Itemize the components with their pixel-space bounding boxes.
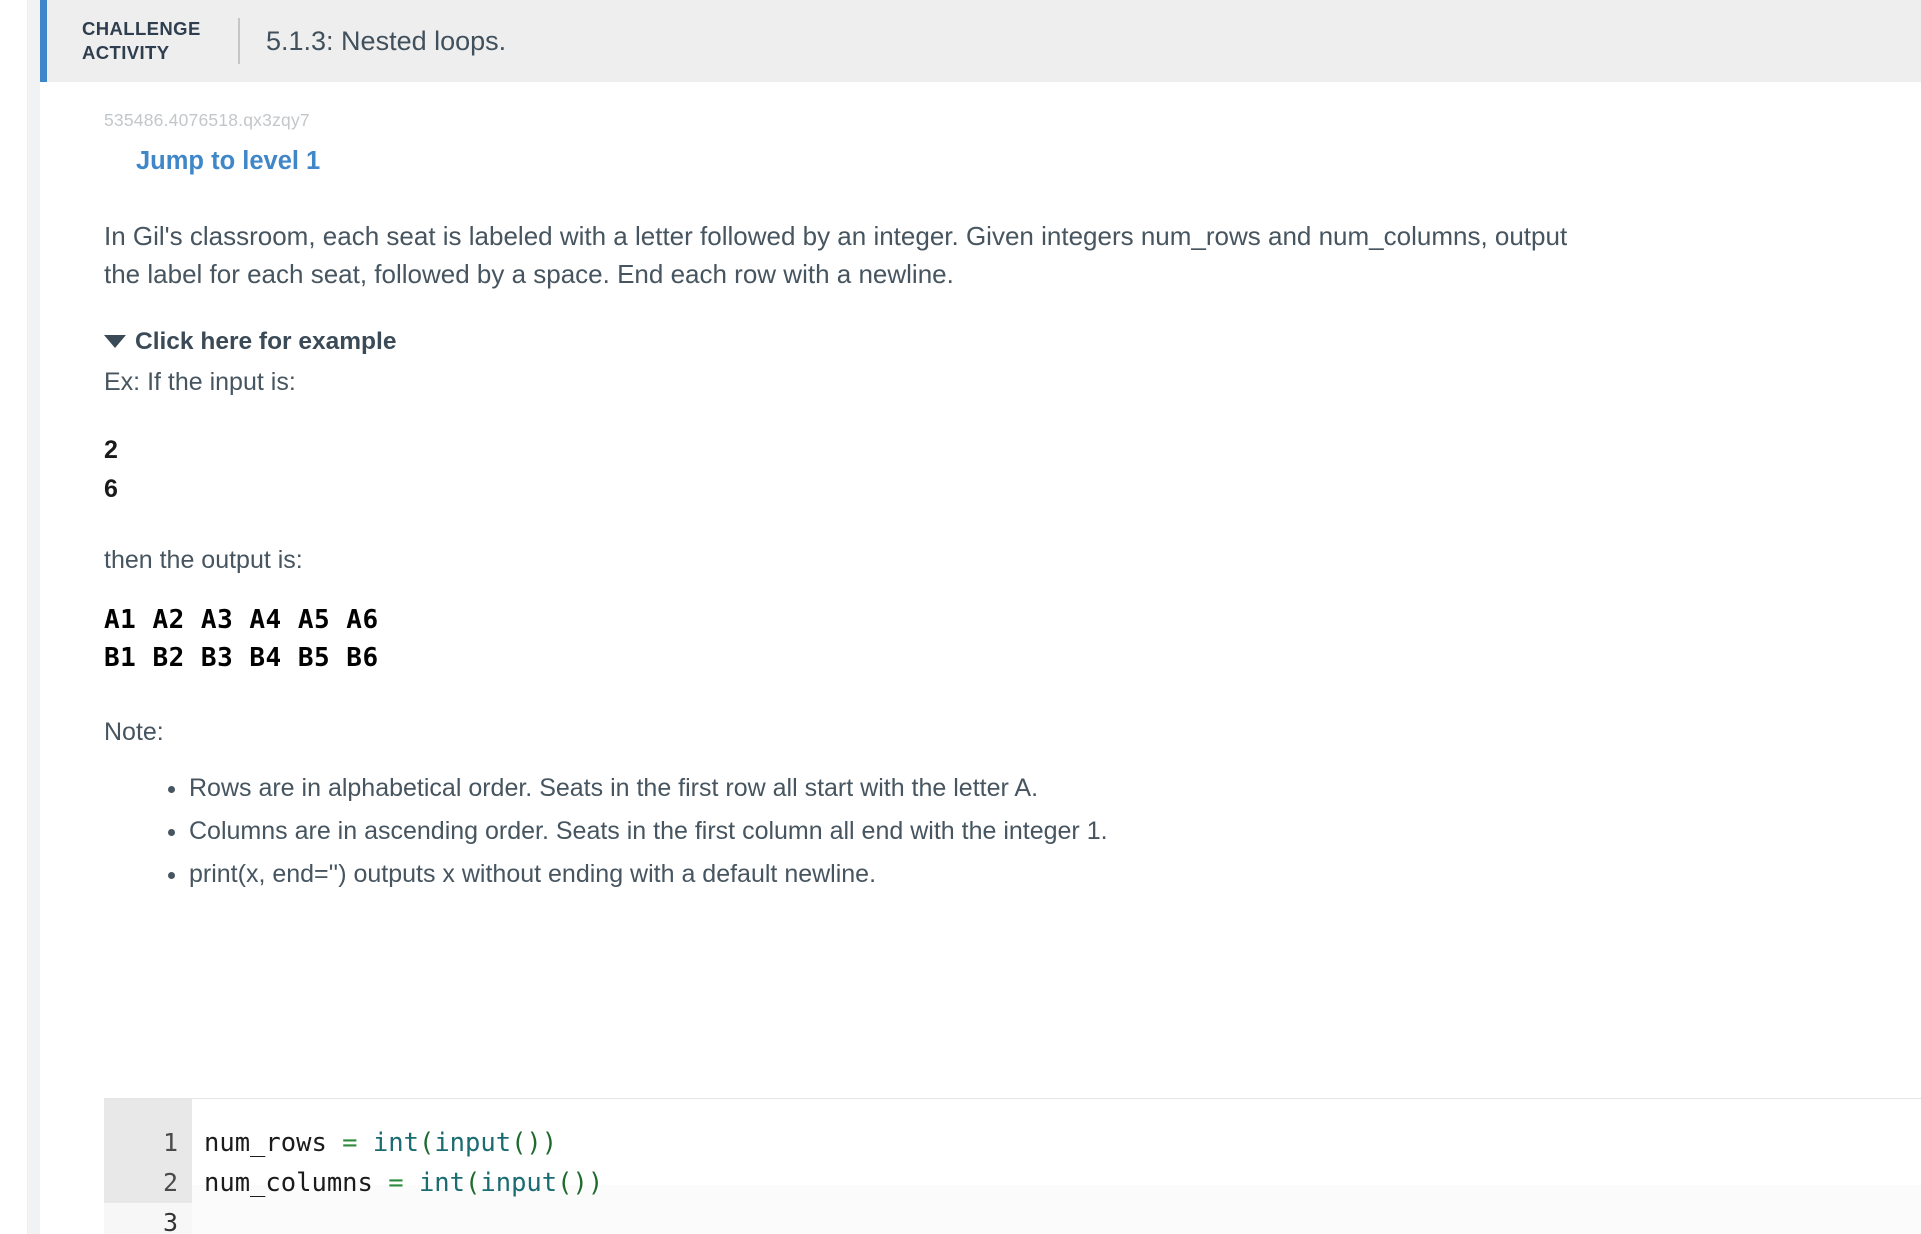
activity-body: 535486.4076518.qx3zqy7 Jump to level 1 I… — [40, 110, 1921, 894]
example-input-value: 2 — [104, 435, 118, 464]
note-list: Rows are in alphabetical order. Seats in… — [104, 769, 1921, 894]
list-item: Rows are in alphabetical order. Seats in… — [189, 769, 1921, 808]
header-divider — [238, 18, 240, 64]
editor-code-area[interactable]: num_rows = int(input()) num_columns = in… — [192, 1099, 1921, 1234]
activity-title: 5.1.3: Nested loops. — [266, 25, 507, 56]
example-input-values: 2 6 — [104, 431, 1921, 510]
page-root: CHALLENGE ACTIVITY 5.1.3: Nested loops. … — [0, 0, 1921, 1234]
example-output-line: B1 B2 B3 B4 B5 B6 — [104, 643, 379, 674]
jump-to-level-link[interactable]: Jump to level 1 — [136, 147, 320, 176]
example-toggle-label: Click here for example — [135, 327, 397, 355]
challenge-activity-kicker: CHALLENGE ACTIVITY — [82, 17, 201, 63]
example-output-line: A1 A2 A3 A4 A5 A6 — [104, 604, 379, 635]
activity-header: CHALLENGE ACTIVITY 5.1.3: Nested loops. — [40, 0, 1921, 82]
code-line[interactable]: num_columns = int(input()) — [204, 1163, 1921, 1203]
example-disclosure-toggle[interactable]: Click here for example — [104, 328, 396, 356]
accent-bar — [40, 0, 47, 82]
line-number: 3 — [104, 1203, 192, 1234]
problem-statement-line-1: In Gil's classroom, each seat is labeled… — [104, 221, 1568, 251]
example-output-intro: then the output is: — [104, 545, 303, 574]
activity-card: CHALLENGE ACTIVITY 5.1.3: Nested loops. … — [40, 0, 1921, 1234]
left-rail-gap — [29, 0, 40, 1234]
example-output-values: A1 A2 A3 A4 A5 A6 B1 B2 B3 B4 B5 B6 — [104, 601, 1921, 678]
line-number: 1 — [162, 1128, 178, 1157]
problem-statement-line-2: the label for each seat, followed by a s… — [104, 258, 954, 289]
editor-line-number-gutter: 1 2 3 — [104, 1099, 192, 1234]
activity-id: 535486.4076518.qx3zqy7 — [104, 110, 310, 130]
note-label: Note: — [104, 717, 164, 746]
left-rail — [0, 0, 28, 1234]
problem-statement: In Gil's classroom, each seat is labeled… — [104, 218, 1921, 294]
triangle-down-icon — [104, 335, 126, 349]
list-item: Columns are in ascending order. Seats in… — [189, 812, 1921, 851]
example-input-value: 6 — [104, 475, 118, 504]
code-editor[interactable]: 1 2 3 num_rows = int(input()) num_column… — [104, 1098, 1921, 1234]
list-item: print(x, end='') outputs x without endin… — [189, 855, 1921, 894]
example-input-intro: Ex: If the input is: — [104, 367, 296, 396]
code-line[interactable]: num_rows = int(input()) — [204, 1123, 1921, 1163]
line-number: 2 — [162, 1168, 178, 1197]
